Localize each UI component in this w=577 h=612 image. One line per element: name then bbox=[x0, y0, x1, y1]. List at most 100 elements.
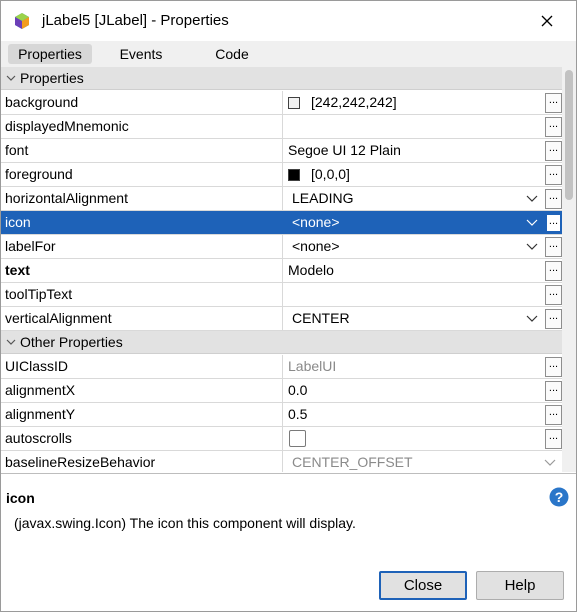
customizer-button[interactable]: ... bbox=[545, 189, 562, 209]
property-row-horizontalalignment[interactable]: horizontalAlignment LEADING ... bbox=[1, 187, 562, 211]
tab-code[interactable]: Code bbox=[206, 44, 258, 64]
svg-text:?: ? bbox=[555, 489, 564, 505]
category-label: Other Properties bbox=[20, 334, 123, 350]
property-value[interactable]: Modelo bbox=[284, 259, 543, 282]
property-name: alignmentY bbox=[1, 403, 283, 426]
property-name: baselineResizeBehavior bbox=[1, 451, 283, 472]
property-row-background[interactable]: background [242,242,242] ... bbox=[1, 91, 562, 115]
property-value-text: <none> bbox=[292, 238, 340, 254]
customizer-button[interactable]: ... bbox=[545, 261, 562, 281]
property-value[interactable]: 0.0 bbox=[284, 379, 543, 402]
property-value-text: <none> bbox=[292, 214, 340, 230]
help-icon[interactable]: ? bbox=[549, 487, 569, 507]
property-name: icon bbox=[1, 211, 283, 234]
property-name: toolTipText bbox=[1, 283, 283, 306]
property-value-text: 0.5 bbox=[288, 406, 308, 422]
property-value[interactable] bbox=[284, 427, 543, 450]
property-row-autoscrolls[interactable]: autoscrolls ... bbox=[1, 427, 562, 451]
chevron-down-icon[interactable] bbox=[525, 215, 539, 229]
property-row-tooltiptext[interactable]: toolTipText ... bbox=[1, 283, 562, 307]
property-row-verticalalignment[interactable]: verticalAlignment CENTER ... bbox=[1, 307, 562, 331]
property-value-combo: CENTER_OFFSET bbox=[284, 451, 556, 472]
property-row-alignmenty[interactable]: alignmentY 0.5 ... bbox=[1, 403, 562, 427]
customizer-button[interactable]: ... bbox=[545, 141, 562, 161]
close-button[interactable]: Close bbox=[379, 571, 467, 600]
chevron-down-icon[interactable] bbox=[525, 311, 539, 325]
vertical-scrollbar[interactable] bbox=[562, 67, 576, 472]
customizer-button[interactable]: ... bbox=[545, 285, 562, 305]
help-button[interactable]: Help bbox=[476, 571, 564, 600]
property-name: autoscrolls bbox=[1, 427, 283, 450]
chevron-down-icon bbox=[6, 339, 16, 345]
property-name: alignmentX bbox=[1, 379, 283, 402]
description-panel: icon ? (javax.swing.Icon) The icon this … bbox=[1, 473, 576, 553]
customizer-button[interactable]: ... bbox=[545, 237, 562, 257]
customizer-button[interactable]: ... bbox=[545, 429, 562, 449]
property-value-combo[interactable]: <none> bbox=[284, 211, 543, 234]
tab-properties[interactable]: Properties bbox=[8, 44, 92, 64]
property-value-combo[interactable]: <none> bbox=[284, 235, 543, 258]
customizer-button[interactable]: ... bbox=[545, 381, 562, 401]
property-value-combo[interactable]: LEADING bbox=[284, 187, 543, 210]
close-icon bbox=[541, 15, 553, 27]
property-value-text: [0,0,0] bbox=[311, 166, 350, 182]
customizer-button[interactable]: ... bbox=[545, 309, 562, 329]
property-name: UIClassID bbox=[1, 355, 283, 378]
property-row-alignmentx[interactable]: alignmentX 0.0 ... bbox=[1, 379, 562, 403]
property-row-foreground[interactable]: foreground [0,0,0] ... bbox=[1, 163, 562, 187]
properties-dialog: jLabel5 [JLabel] - Properties Properties… bbox=[0, 0, 577, 612]
property-name: labelFor bbox=[1, 235, 283, 258]
chevron-down-icon bbox=[544, 459, 556, 466]
property-row-baselineresizebehavior[interactable]: baselineResizeBehavior CENTER_OFFSET bbox=[1, 451, 562, 472]
property-value[interactable]: [242,242,242] bbox=[284, 91, 543, 114]
property-value: LabelUI bbox=[284, 355, 543, 378]
description-text: (javax.swing.Icon) The icon this compone… bbox=[14, 515, 356, 531]
property-row-text[interactable]: text Modelo ... bbox=[1, 259, 562, 283]
customizer-button[interactable]: ... bbox=[545, 93, 562, 113]
window-title: jLabel5 [JLabel] - Properties bbox=[42, 12, 229, 29]
property-value-text: CENTER_OFFSET bbox=[292, 454, 413, 470]
property-value-text: LabelUI bbox=[288, 358, 337, 374]
tab-bar: Properties Events Code bbox=[1, 41, 576, 67]
customizer-button[interactable]: ... bbox=[545, 165, 562, 185]
color-swatch bbox=[288, 97, 300, 109]
category-other-properties[interactable]: Other Properties bbox=[1, 331, 562, 354]
property-value[interactable] bbox=[284, 115, 543, 138]
button-bar: Close Help bbox=[1, 553, 576, 611]
property-row-uiclassid[interactable]: UIClassID LabelUI ... bbox=[1, 355, 562, 379]
property-value[interactable]: Segoe UI 12 Plain bbox=[284, 139, 543, 162]
property-row-displayedmnemonic[interactable]: displayedMnemonic ... bbox=[1, 115, 562, 139]
property-value-text: Segoe UI 12 Plain bbox=[288, 142, 401, 158]
property-value-text: 0.0 bbox=[288, 382, 308, 398]
chevron-down-icon[interactable] bbox=[525, 239, 539, 253]
category-properties[interactable]: Properties bbox=[1, 67, 562, 90]
customizer-button[interactable]: ... bbox=[545, 357, 562, 377]
description-title: icon bbox=[6, 490, 35, 506]
autoscrolls-checkbox[interactable] bbox=[289, 430, 306, 447]
scrollbar-thumb[interactable] bbox=[565, 70, 573, 200]
property-value-text: [242,242,242] bbox=[311, 94, 397, 110]
property-name: displayedMnemonic bbox=[1, 115, 283, 138]
tab-events[interactable]: Events bbox=[109, 44, 173, 64]
close-window-button[interactable] bbox=[524, 1, 570, 41]
property-name: font bbox=[1, 139, 283, 162]
customizer-button[interactable]: ... bbox=[545, 405, 562, 425]
property-name: foreground bbox=[1, 163, 283, 186]
customizer-button[interactable]: ... bbox=[545, 117, 562, 137]
property-value[interactable] bbox=[284, 283, 543, 306]
title-bar: jLabel5 [JLabel] - Properties bbox=[1, 1, 576, 41]
category-label: Properties bbox=[20, 70, 84, 86]
property-row-labelfor[interactable]: labelFor <none> ... bbox=[1, 235, 562, 259]
netbeans-app-icon bbox=[15, 13, 29, 29]
chevron-down-icon[interactable] bbox=[525, 191, 539, 205]
property-row-icon[interactable]: icon <none> ... bbox=[1, 211, 562, 235]
chevron-down-icon bbox=[6, 75, 16, 81]
property-value-text: CENTER bbox=[292, 310, 350, 326]
property-value-text: Modelo bbox=[288, 262, 334, 278]
property-value[interactable]: 0.5 bbox=[284, 403, 543, 426]
property-value-text: LEADING bbox=[292, 190, 354, 206]
property-value-combo[interactable]: CENTER bbox=[284, 307, 543, 330]
customizer-button[interactable]: ... bbox=[545, 213, 562, 233]
property-row-font[interactable]: font Segoe UI 12 Plain ... bbox=[1, 139, 562, 163]
property-value[interactable]: [0,0,0] bbox=[284, 163, 543, 186]
